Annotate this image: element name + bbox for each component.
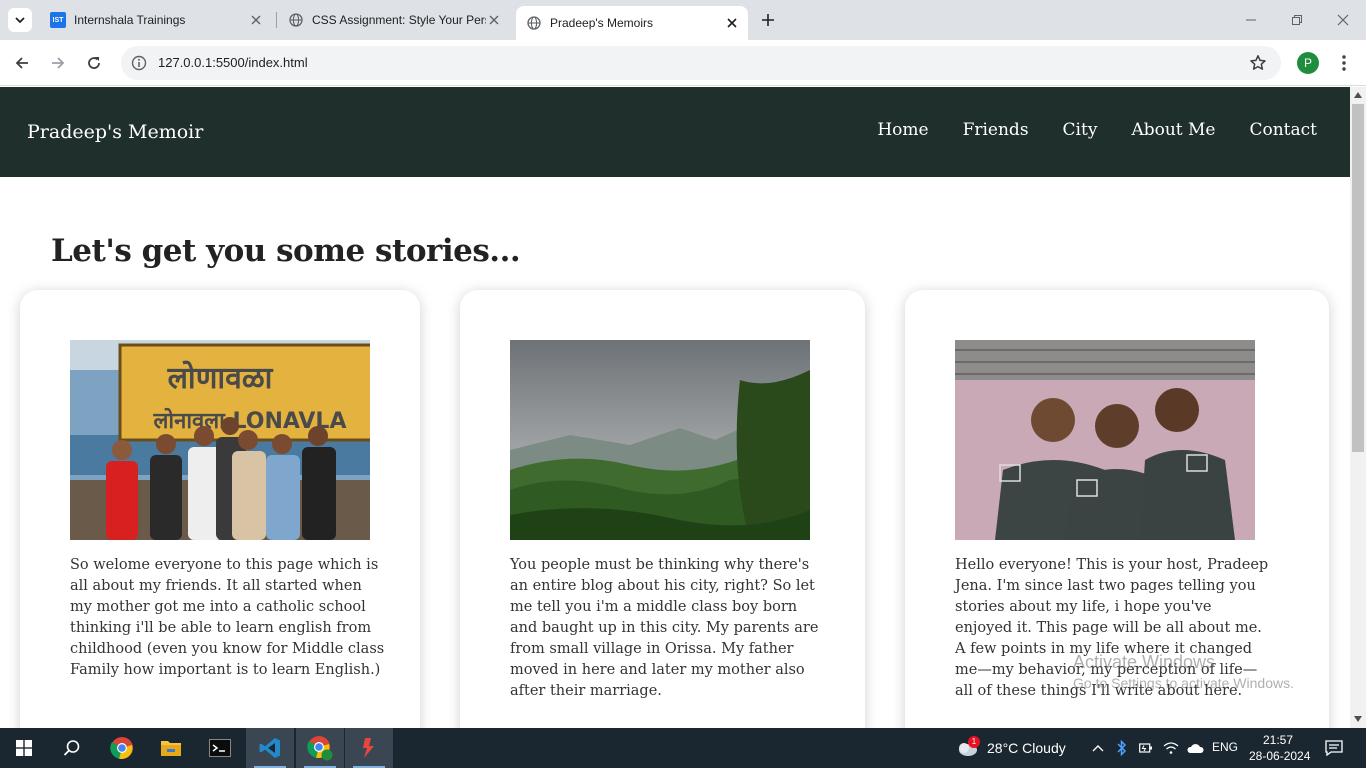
info-icon[interactable] [131,55,147,71]
bookmark-star-icon[interactable] [1249,54,1267,72]
chevron-up-icon [1092,745,1104,752]
tab-title: CSS Assignment: Style Your Pers [312,13,486,27]
clock-time[interactable]: 21:57 [1263,733,1293,747]
tab-title: Pradeep's Memoirs [550,16,653,30]
about-me-photo [955,340,1255,540]
address-bar[interactable]: 127.0.0.1:5500/index.html [121,46,1281,80]
city-photo [510,340,810,540]
story-card-friends: लोणावळा लोनावला LONAVLA So welome everyo… [20,290,420,728]
site-header: Pradeep's Memoir Home Friends City About… [0,87,1350,177]
taskbar-app[interactable] [345,728,393,768]
app-icon [363,738,374,758]
battery-icon [1139,743,1152,753]
taskbar-file-explorer[interactable] [147,728,195,768]
wifi-icon [1163,742,1179,754]
story-card-city: You people must be thinking why there's … [460,290,865,728]
nav-contact[interactable]: Contact [1249,120,1317,140]
globe-icon [526,15,542,31]
notification-icon [1325,740,1343,756]
url-text[interactable]: 127.0.0.1:5500/index.html [158,55,308,70]
arrow-right-icon [52,57,65,69]
arrow-left-icon [15,57,28,69]
close-window-button[interactable] [1320,0,1366,40]
show-hidden-icons-button[interactable] [1088,728,1108,768]
windows-logo-icon [16,740,32,756]
weather-widget[interactable] [954,728,980,768]
tab-internshala[interactable]: IST Internshala Trainings [40,0,272,40]
tab-pradeeps-memoirs[interactable]: Pradeep's Memoirs [516,6,748,40]
minimize-button[interactable] [1228,0,1274,40]
back-button[interactable] [10,51,34,75]
lonavla-sign-marathi: लोणावळा [167,360,274,396]
reload-icon [88,57,100,69]
notification-center-button[interactable] [1318,728,1350,768]
city-story-text: You people must be thinking why there's … [510,557,819,699]
chrome-profile-icon [307,736,333,761]
new-tab-button[interactable] [756,8,780,32]
close-icon[interactable] [486,12,502,28]
scroll-up-arrow-icon[interactable] [1350,88,1366,102]
tab-strip: IST Internshala Trainings CSS Assignment… [0,0,1366,40]
battery-tray[interactable] [1137,728,1157,768]
chrome-icon [110,737,133,759]
close-icon[interactable] [724,15,740,31]
site-nav: Home Friends City About Me Contact [843,120,1317,140]
nav-about-me[interactable]: About Me [1131,120,1215,140]
bluetooth-icon [1117,740,1127,756]
bluetooth-tray[interactable] [1113,728,1131,768]
site-brand[interactable]: Pradeep's Memoir [27,121,203,143]
windows-taskbar: 1 28°C Cloudy ENG 21:57 28-06-2024 [0,728,1366,768]
weather-badge: 1 [968,736,980,748]
nav-city[interactable]: City [1063,120,1098,140]
search-icon [63,740,80,756]
taskbar-chrome[interactable] [98,728,146,768]
tab-title: Internshala Trainings [74,13,186,27]
taskbar-vscode[interactable] [246,728,294,768]
search-button[interactable] [48,728,96,768]
nav-home[interactable]: Home [877,120,928,140]
page-viewport: Pradeep's Memoir Home Friends City About… [0,87,1350,728]
close-icon [1337,14,1349,26]
start-button[interactable] [0,728,48,768]
friends-story-text: So welome everyone to this page which is… [70,557,385,678]
plus-icon [762,14,774,26]
scroll-down-arrow-icon[interactable] [1350,712,1366,726]
weather-text[interactable]: 28°C Cloudy [987,740,1066,756]
tab-separator [276,12,277,28]
nav-friends[interactable]: Friends [963,120,1029,140]
network-tray[interactable] [1161,728,1181,768]
chevron-down-icon [15,17,25,24]
language-indicator[interactable]: ENG [1212,740,1238,754]
onedrive-tray[interactable] [1184,728,1206,768]
watermark-title: Activate Windows [1073,652,1216,672]
tab-search-button[interactable] [8,8,32,32]
restore-button[interactable] [1274,0,1320,40]
browser-toolbar: 127.0.0.1:5500/index.html P [0,40,1366,86]
reload-button[interactable] [82,51,106,75]
clock-date[interactable]: 28-06-2024 [1249,749,1310,763]
profile-avatar[interactable]: P [1297,52,1319,74]
taskbar-chrome-profile[interactable] [296,728,344,768]
terminal-icon [209,739,231,757]
taskbar-terminal[interactable] [196,728,244,768]
watermark-subtitle: Go to Settings to activate Windows. [1073,675,1294,691]
friends-photo: लोणावळा लोनावला LONAVLA [70,340,370,540]
page-heading: Let's get you some stories... [51,233,521,269]
close-icon[interactable] [248,12,264,28]
restore-icon [1292,15,1302,25]
folder-icon [161,741,181,756]
forward-button[interactable] [46,51,70,75]
scrollbar-thumb[interactable] [1352,104,1364,452]
tab-css-assignment[interactable]: CSS Assignment: Style Your Pers [278,0,510,40]
vscode-icon [259,738,280,758]
menu-kebab-icon[interactable] [1334,52,1354,74]
activate-windows-watermark: Activate Windows Go to Settings to activ… [1073,652,1294,691]
minimize-icon [1246,19,1256,21]
internshala-favicon: IST [50,12,66,28]
cloud-icon [1187,744,1204,753]
globe-icon [288,12,304,28]
